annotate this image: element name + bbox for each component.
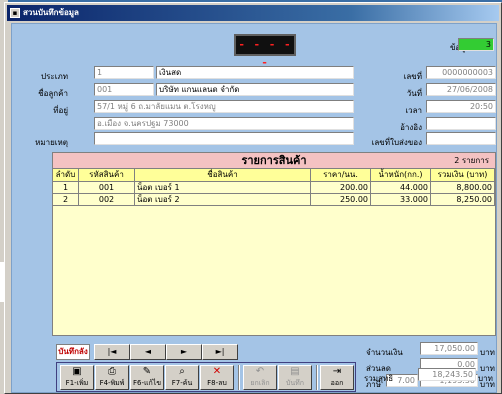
add-button[interactable]: ▣ F1-เพิ่ม xyxy=(60,365,94,390)
edit-label: F6-แก้ไข xyxy=(132,379,162,387)
window-title: สวนบันทึกข้อมูล xyxy=(23,8,79,17)
first-record-button[interactable]: |◄ xyxy=(94,344,130,360)
nav-label: บันทึกลัง xyxy=(56,344,90,360)
column-header[interactable]: รหัสสินค้า xyxy=(79,169,135,182)
row-cell: 8,800.00 xyxy=(431,182,495,194)
row-cell: น็อต เบอร์ 1 xyxy=(135,182,311,194)
grid-title-bar: รายการสินค้า 2 รายการ xyxy=(53,153,495,169)
save-button[interactable]: ▤ บันทึก xyxy=(278,365,312,390)
row-cell: 200.00 xyxy=(311,182,371,194)
net-unit: บาท xyxy=(478,374,493,383)
toolbar-separator xyxy=(238,365,240,390)
print-label: F4-พิมพ์ xyxy=(99,379,125,387)
search-label: F7-ค้น xyxy=(171,379,193,387)
column-header[interactable]: ชื่อสินค้า xyxy=(135,169,311,182)
search-icon: ⌕ xyxy=(179,366,185,377)
docno-field[interactable]: 0000000003 xyxy=(426,66,496,79)
exit-label: ออก xyxy=(330,379,344,387)
edit-icon: ✎ xyxy=(142,366,152,377)
record-number: 3 xyxy=(458,38,494,51)
print-button[interactable]: ⎙ F4-พิมพ์ xyxy=(95,365,129,390)
delivery-no-field[interactable] xyxy=(426,132,496,145)
window-titlebar[interactable]: ▪ สวนบันทึกข้อมูล xyxy=(7,5,499,21)
cancel-label: ยกเลิก xyxy=(250,379,270,387)
delete-button[interactable]: ✕ F8-ลบ xyxy=(200,365,234,390)
customer-name-field[interactable]: บริษัท แกนแลนด จำกัด xyxy=(156,83,354,96)
app-icon: ▪ xyxy=(10,8,20,18)
edit-button[interactable]: ✎ F6-แก้ไข xyxy=(130,365,164,390)
row-cell: 250.00 xyxy=(311,194,371,206)
column-header[interactable]: ลำดับ xyxy=(53,169,79,182)
address-label: ที่อยู่ xyxy=(53,106,68,115)
amount-label: จำนวนเงิน xyxy=(366,348,403,357)
delete-label: F8-ลบ xyxy=(207,379,227,387)
items-grid: รายการสินค้า 2 รายการ ลำดับ รหัสสินค้า ช… xyxy=(52,152,496,336)
type-label: ประเภท xyxy=(41,72,68,81)
ref-field[interactable] xyxy=(426,117,496,130)
add-label: F1-เพิ่ม xyxy=(65,379,89,387)
grid-title: รายการสินค้า xyxy=(241,154,307,167)
customer-code-field[interactable]: 001 xyxy=(94,83,154,96)
action-toolbar: ▣ F1-เพิ่ม ⎙ F4-พิมพ์ ✎ F6-แก้ไข ⌕ F7-ค้… xyxy=(56,362,356,392)
cancel-button[interactable]: ↶ ยกเลิก xyxy=(243,365,277,390)
amount-unit: บาท xyxy=(480,348,495,357)
row-cell: 001 xyxy=(79,182,135,194)
row-cell: 002 xyxy=(79,194,135,206)
printer-icon: ⎙ xyxy=(108,366,116,377)
address-line-1-field[interactable]: 57/1 หมู่ 6 ถ.มาลัยแมน ต.โรงหญู xyxy=(94,100,354,113)
next-record-button[interactable]: ► xyxy=(166,344,202,360)
note-label: หมายเหตุ xyxy=(35,138,68,147)
row-cell: 44.000 xyxy=(371,182,431,194)
row-cell: 8,250.00 xyxy=(431,194,495,206)
column-header[interactable]: น้ำหนัก(กก.) xyxy=(371,169,431,182)
time-field[interactable]: 20:50 xyxy=(426,100,496,113)
data-entry-window: ▪ สวนบันทึกข้อมูล - - - - - ข้อมูล 3 ประ… xyxy=(4,2,502,394)
save-icon: ▤ xyxy=(290,366,300,377)
net-field[interactable]: 18,243.50 xyxy=(418,368,476,381)
ref-label: อ้างอิง xyxy=(400,123,422,132)
address-line-2-field[interactable]: อ.เมือง จ.นครปฐม 73000 xyxy=(94,117,354,130)
type-code-field[interactable]: 1 xyxy=(94,66,154,79)
delete-icon: ✕ xyxy=(212,366,222,377)
amount-field[interactable]: 17,050.00 xyxy=(420,342,478,355)
last-record-button[interactable]: ►| xyxy=(202,344,238,360)
customer-label: ชื่อลูกค้า xyxy=(38,89,68,98)
time-label: เวลา xyxy=(405,106,422,115)
led-display: - - - - - xyxy=(234,34,296,69)
row-cell: 1 xyxy=(53,182,79,194)
row-cell: 2 xyxy=(53,194,79,206)
toolbar-separator xyxy=(316,365,318,390)
column-header[interactable]: รวมเงิน (บาท) xyxy=(431,169,495,182)
type-name-field[interactable]: เงินสด xyxy=(156,66,354,79)
search-button[interactable]: ⌕ F7-ค้น xyxy=(165,365,199,390)
date-label: วันที่ xyxy=(406,89,422,98)
exit-button[interactable]: ⇥ ออก xyxy=(320,365,354,390)
prev-record-button[interactable]: ◄ xyxy=(130,344,166,360)
row-cell: 33.000 xyxy=(371,194,431,206)
net-label: รวมสุทธิ xyxy=(364,374,394,383)
item-count: 2 รายการ xyxy=(454,156,489,165)
column-header[interactable]: ราคา/นน. xyxy=(311,169,371,182)
add-icon: ▣ xyxy=(72,366,82,377)
docno-label: เลขที่ xyxy=(403,72,422,81)
exit-icon: ⇥ xyxy=(332,366,342,377)
form-panel: - - - - - ข้อมูล 3 ประเภท 1 เงินสด ชื่อล… xyxy=(11,23,497,393)
date-field[interactable]: 27/06/2008 xyxy=(426,83,496,96)
row-cell: น็อต เบอร์ 2 xyxy=(135,194,311,206)
undo-icon: ↶ xyxy=(255,366,265,377)
delivery-no-label: เลขที่ใบส่งของ xyxy=(371,138,422,147)
save-label: บันทึก xyxy=(285,379,305,387)
note-field[interactable] xyxy=(94,132,354,145)
